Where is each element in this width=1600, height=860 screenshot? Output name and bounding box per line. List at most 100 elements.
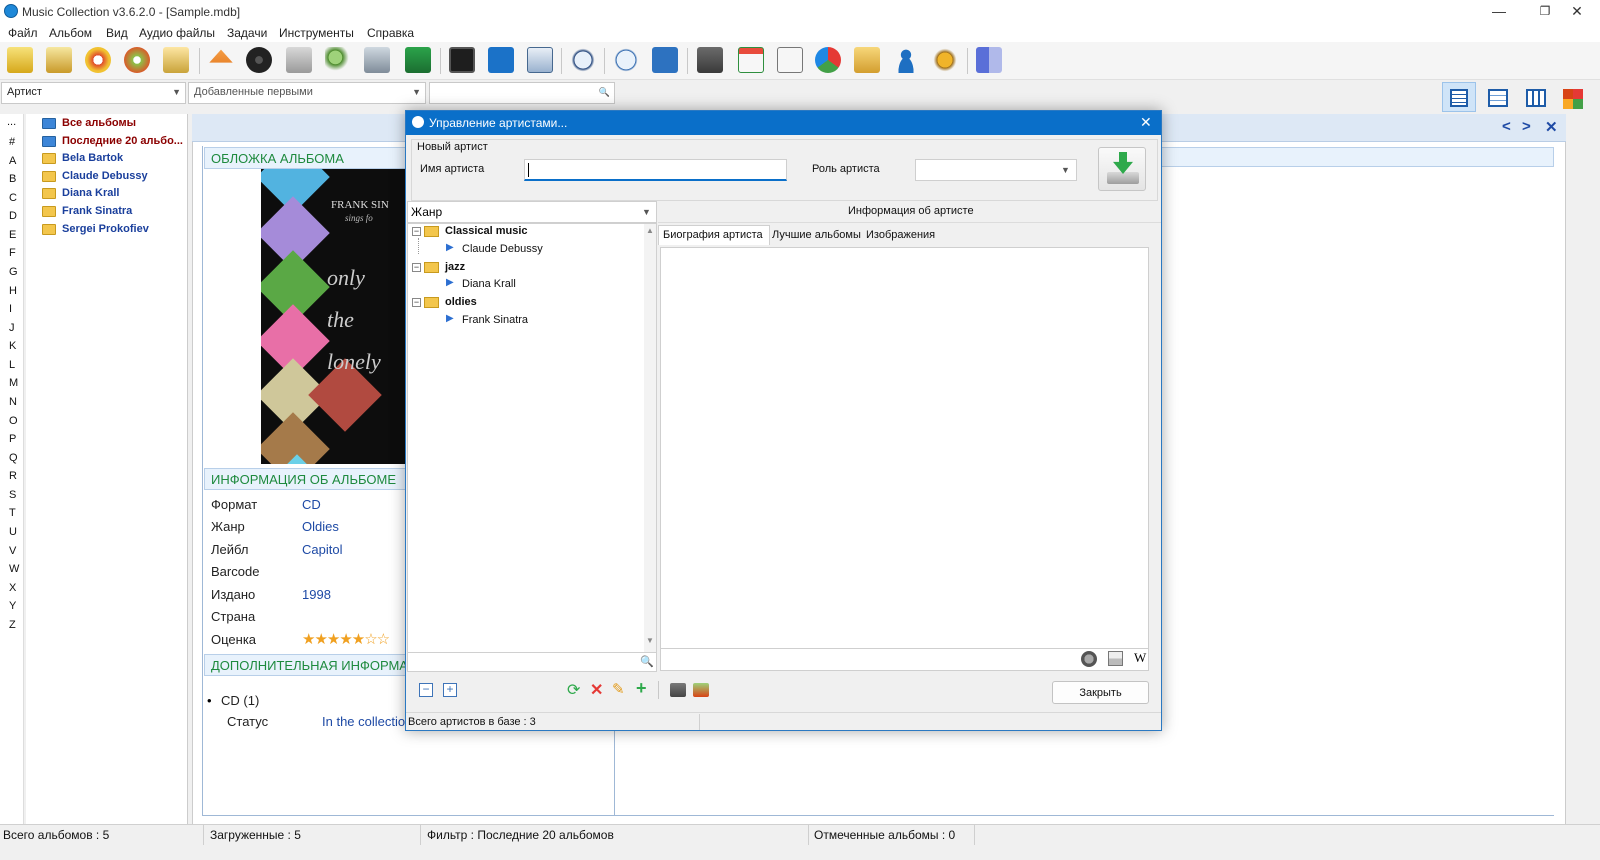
menu-view[interactable]: Вид (106, 26, 128, 40)
artist-name-input[interactable] (524, 159, 787, 181)
add-album-icon[interactable] (7, 47, 33, 73)
genre-node-jazz[interactable]: jazz (445, 261, 465, 273)
letter-hash[interactable]: # (9, 136, 15, 148)
letter-d[interactable]: D (9, 210, 17, 222)
letter-s[interactable]: S (9, 489, 16, 501)
settings-icon[interactable] (932, 47, 958, 73)
menu-audio-files[interactable]: Аудио файлы (139, 26, 215, 40)
pie-chart-icon[interactable] (815, 47, 841, 73)
letter-w[interactable]: W (9, 563, 19, 575)
exit-icon[interactable] (976, 47, 1002, 73)
expand-all-icon[interactable]: + (443, 683, 457, 697)
letter-v[interactable]: V (9, 545, 16, 557)
collapse-toggle-icon[interactable]: − (412, 263, 421, 272)
download-icon[interactable] (286, 47, 312, 73)
rating-stars[interactable]: ★★★★★☆☆ (302, 630, 390, 648)
film-icon[interactable] (449, 47, 475, 73)
menu-tasks[interactable]: Задачи (227, 26, 267, 40)
close-window-button[interactable]: ✕ (1554, 0, 1600, 24)
biography-text-area[interactable] (660, 247, 1149, 649)
web-search-icon[interactable] (1081, 651, 1097, 667)
genre-value[interactable]: Oldies (302, 519, 339, 534)
close-panel-button[interactable]: ✕ (1545, 118, 1558, 136)
letter-g[interactable]: G (9, 266, 18, 278)
menu-help[interactable]: Справка (367, 26, 414, 40)
genre-node-oldies[interactable]: oldies (445, 296, 477, 308)
refresh-icon[interactable]: ⟳ (567, 680, 580, 700)
letter-t[interactable]: T (9, 507, 16, 519)
music-search-icon[interactable] (570, 47, 596, 73)
artist-role-combo[interactable]: ▼ (915, 159, 1077, 181)
letter-n[interactable]: N (9, 396, 17, 408)
menu-tools[interactable]: Инструменты (279, 26, 354, 40)
tree-scrollbar[interactable]: ▲ ▼ (644, 224, 656, 670)
letter-u[interactable]: U (9, 526, 17, 538)
letter-x[interactable]: X (9, 582, 16, 594)
letter-y[interactable]: Y (9, 600, 16, 612)
next-album-button[interactable]: > (1522, 118, 1531, 135)
add-icon[interactable]: + (636, 678, 647, 699)
text-disc-icon[interactable] (246, 47, 272, 73)
minimize-button[interactable]: — (1476, 0, 1522, 24)
letter-j[interactable]: J (9, 322, 15, 334)
menu-file[interactable]: Файл (8, 26, 38, 40)
letter-m[interactable]: M (9, 377, 18, 389)
calendar-icon[interactable] (738, 47, 764, 73)
tools-icon[interactable] (364, 47, 390, 73)
artist-node-debussy[interactable]: Claude Debussy (462, 243, 543, 255)
letter-e[interactable]: E (9, 229, 16, 241)
play-icon[interactable] (613, 47, 639, 73)
letter-l[interactable]: L (9, 359, 15, 371)
prev-album-button[interactable]: < (1502, 118, 1511, 135)
tab-images[interactable]: Изображения (862, 227, 942, 245)
artist-combo[interactable]: Артист ▼ (1, 82, 186, 104)
tab-biography[interactable]: Биография артиста (658, 225, 770, 245)
collapse-all-icon[interactable]: − (419, 683, 433, 697)
edit-pencil-icon[interactable]: ✎ (612, 680, 625, 698)
wikipedia-icon[interactable]: W (1134, 650, 1146, 666)
artist-node-sinatra[interactable]: Frank Sinatra (462, 314, 528, 326)
close-dialog-button[interactable]: Закрыть (1052, 681, 1149, 704)
collapse-toggle-icon[interactable]: − (412, 298, 421, 307)
letter-h[interactable]: H (9, 285, 17, 297)
add-from-disc-icon[interactable] (46, 47, 72, 73)
tree-search-input[interactable]: 🔍 (407, 652, 657, 672)
released-value[interactable]: 1998 (302, 587, 331, 602)
scroll-down-icon[interactable]: ▼ (646, 636, 654, 645)
search-magnify-icon[interactable] (527, 47, 553, 73)
letter-i[interactable]: I (9, 303, 12, 315)
zoom-icon[interactable] (325, 47, 351, 73)
artist-node-krall[interactable]: Diana Krall (462, 278, 516, 290)
cd-text-icon[interactable] (124, 47, 150, 73)
view-grid-button[interactable] (1518, 82, 1552, 112)
sort-combo[interactable]: Добавленные первыми ▼ (188, 82, 426, 104)
letter-o[interactable]: O (9, 415, 18, 427)
add-image-icon[interactable] (405, 47, 431, 73)
genre-combo[interactable]: Жанр ▼ (407, 201, 657, 223)
save-icon[interactable] (1108, 651, 1123, 666)
format-value[interactable]: CD (302, 497, 321, 512)
menu-album[interactable]: Альбом (49, 26, 92, 40)
letter-z[interactable]: Z (9, 619, 16, 631)
letter-b[interactable]: B (9, 173, 16, 185)
view-details-button[interactable] (1442, 82, 1476, 112)
view-list-button[interactable] (1480, 82, 1514, 112)
label-value[interactable]: Capitol (302, 542, 342, 557)
document-icon[interactable] (777, 47, 803, 73)
folder-box-icon[interactable] (854, 47, 880, 73)
save-artist-button[interactable] (1098, 147, 1146, 191)
letter-q[interactable]: Q (9, 452, 18, 464)
search-doc-icon[interactable] (163, 47, 189, 73)
letter-f[interactable]: F (9, 247, 16, 259)
disc-lookup-icon[interactable] (85, 47, 111, 73)
letter-k[interactable]: K (9, 340, 16, 352)
print-icon[interactable] (697, 47, 723, 73)
letter-c[interactable]: C (9, 192, 17, 204)
scroll-up-icon[interactable]: ▲ (646, 226, 654, 235)
letter-p[interactable]: P (9, 433, 16, 445)
print-icon[interactable] (670, 683, 686, 697)
export-icon[interactable] (693, 683, 709, 697)
letter-all[interactable]: ... (7, 116, 16, 128)
edit-icon[interactable] (488, 47, 514, 73)
tab-best-albums[interactable]: Лучшие альбомы (770, 227, 862, 245)
